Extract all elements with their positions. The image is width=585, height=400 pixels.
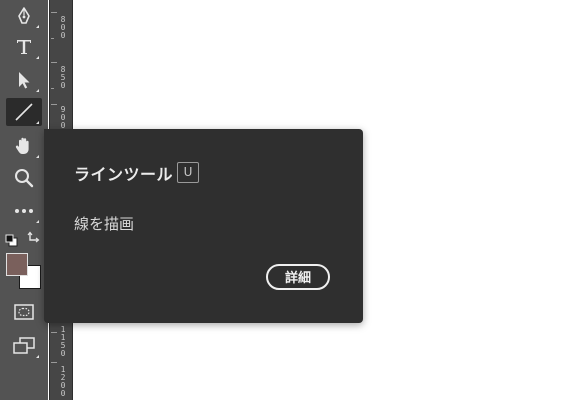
tool-group-indicator bbox=[36, 220, 39, 223]
type-icon bbox=[14, 37, 34, 57]
edit-toolbar-button[interactable] bbox=[6, 197, 42, 225]
quick-mask-button[interactable] bbox=[6, 298, 42, 326]
foreground-color-swatch[interactable] bbox=[6, 253, 28, 276]
tooltip-description: 線を描画 bbox=[74, 215, 135, 233]
tool-group-indicator bbox=[36, 121, 39, 124]
hand-tool-button[interactable] bbox=[6, 132, 42, 160]
line-tool-button[interactable] bbox=[6, 98, 42, 126]
ruler-label: 8 5 0 bbox=[60, 65, 66, 90]
pen-icon bbox=[14, 6, 34, 26]
tool-group-indicator bbox=[36, 56, 39, 59]
zoom-tool-button[interactable] bbox=[6, 164, 42, 192]
tool-group-indicator bbox=[36, 89, 39, 92]
swap-colors-icon[interactable] bbox=[27, 230, 41, 244]
ruler-label: 8 0 0 bbox=[60, 15, 66, 40]
app-window: 8 0 0 8 5 0 9 0 0 1 1 5 0 1 2 0 0 ラインツール… bbox=[0, 0, 585, 400]
type-tool-button[interactable] bbox=[6, 33, 42, 61]
path-selection-tool-button[interactable] bbox=[6, 66, 42, 94]
ruler-tick bbox=[51, 38, 54, 39]
tool-group-indicator bbox=[36, 355, 39, 358]
ruler-tick bbox=[51, 104, 57, 105]
tool-group-indicator bbox=[36, 25, 39, 28]
ruler-tick bbox=[51, 88, 54, 89]
ruler-tick bbox=[51, 12, 57, 13]
tool-group-indicator bbox=[36, 155, 39, 158]
details-button[interactable]: 詳細 bbox=[266, 264, 330, 290]
ruler-tick bbox=[51, 362, 57, 363]
ruler-label: 1 2 0 0 bbox=[60, 365, 66, 398]
default-colors-icon[interactable] bbox=[5, 233, 19, 247]
quick-mask-icon bbox=[13, 303, 35, 321]
ruler-tick bbox=[51, 332, 57, 333]
shortcut-key-badge: U bbox=[177, 162, 199, 183]
ruler-label: 1 1 5 0 bbox=[60, 325, 66, 358]
arrow-pointer-icon bbox=[14, 70, 34, 90]
line-icon bbox=[13, 101, 35, 123]
pen-tool-button[interactable] bbox=[6, 2, 42, 30]
screen-mode-button[interactable] bbox=[6, 332, 42, 360]
hand-icon bbox=[13, 135, 35, 157]
more-icon bbox=[13, 206, 35, 216]
tooltip-title: ラインツール bbox=[74, 165, 174, 184]
ruler-label: 9 0 0 bbox=[60, 105, 66, 130]
tool-tooltip: ラインツール U 線を描画 詳細 bbox=[44, 129, 363, 323]
magnifier-icon bbox=[13, 167, 35, 189]
ruler-tick bbox=[51, 62, 57, 63]
tools-panel bbox=[0, 0, 48, 400]
screen-mode-icon bbox=[12, 336, 36, 356]
